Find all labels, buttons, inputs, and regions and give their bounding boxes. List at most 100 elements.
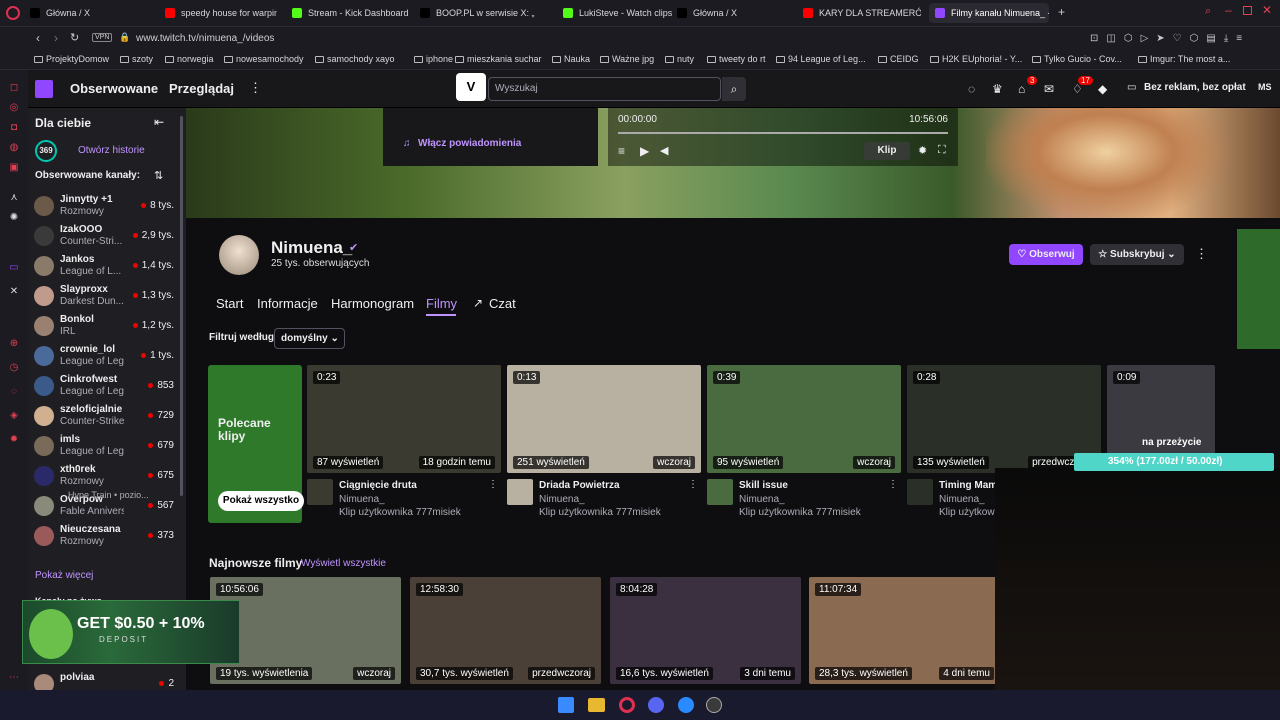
clip-more-icon[interactable]: ⋮	[888, 479, 898, 490]
seek-bar[interactable]	[618, 132, 948, 134]
tab-start[interactable]: Start	[216, 296, 243, 311]
play-button-icon[interactable]: ▶	[640, 144, 649, 158]
opera-icon[interactable]	[619, 697, 635, 713]
user-avatar[interactable]: MS	[1258, 82, 1272, 92]
sidebar-channel[interactable]: szeloficjalnie Counter-Strike 729	[34, 402, 180, 432]
clip-avatar[interactable]	[707, 479, 733, 505]
extensions-icon[interactable]: ⬡	[1190, 33, 1199, 45]
minimize-icon[interactable]: –	[1225, 3, 1232, 17]
show-more-link[interactable]: Pokaż więcej	[35, 570, 93, 581]
bookmark-item[interactable]: ProjektyDomow	[34, 54, 109, 64]
adfree-button[interactable]: Bez reklam, bez opłat	[1144, 82, 1246, 93]
bookmark-item[interactable]: nuty	[665, 54, 694, 64]
flow-icon[interactable]: ▤	[1206, 33, 1215, 45]
messenger-icon[interactable]: ◍	[8, 142, 20, 154]
filter-dropdown[interactable]: domyślny ⌄	[274, 328, 345, 349]
bag-icon[interactable]: ◘	[8, 122, 20, 134]
video-thumbnail[interactable]: 11:07:34 28,3 tys. wyświetleń 4 dni temu	[809, 577, 1000, 684]
bookmark-item[interactable]: nowesamochody	[224, 54, 304, 64]
twitch-rail-icon[interactable]: ▭	[8, 262, 20, 274]
browser-tab[interactable]: KARY DLA STREAMERÓW	[803, 3, 921, 23]
browser-tab[interactable]: Stream - Kick Dashboard	[292, 3, 414, 23]
sidebar-channel[interactable]: IzakOOO Counter-Stri... 2,9 tys.	[34, 222, 180, 252]
close-icon[interactable]: ✕	[1262, 3, 1272, 17]
bookmark-item[interactable]: Tylko Gucio - Cov...	[1032, 54, 1122, 64]
video-thumbnail[interactable]: 8:04:28 16,6 tys. wyświetleń 3 dni temu	[610, 577, 801, 684]
bookmark-item[interactable]: mieszkania suchar	[455, 54, 542, 64]
sidebar-channel[interactable]: xth0rek Rozmowy 675	[34, 462, 180, 492]
sidebar-scrollbar[interactable]	[180, 116, 183, 496]
streak-badge[interactable]: 369	[35, 140, 57, 162]
clip-thumbnail[interactable]: 0:23 87 wyświetleń 18 godzin temu	[307, 365, 501, 473]
sidebar-channel[interactable]: imlsLeague of Lege... 679	[34, 432, 180, 462]
menu-icon[interactable]: ≡	[1236, 33, 1242, 45]
maximize-icon[interactable]	[1243, 6, 1252, 15]
tab-chat[interactable]: Czat	[489, 296, 516, 311]
clock-icon[interactable]: ◷	[8, 362, 20, 374]
video-player[interactable]: 00:00:00 10:56:06 ≡ ▶ ◀ Klip ✹ ⛶	[608, 108, 958, 166]
add-icon[interactable]: ⊕	[8, 338, 20, 350]
back-icon[interactable]: ‹	[36, 31, 40, 45]
partner-logo-icon[interactable]: V	[456, 73, 486, 101]
speed-dial-icon[interactable]: ◻	[8, 82, 20, 94]
bookmark-item[interactable]: Imgur: The most a...	[1138, 54, 1230, 64]
featured-clips-card[interactable]: Polecane klipy Pokaż wszystko	[208, 365, 304, 523]
cube-icon[interactable]: ⬡	[1124, 33, 1133, 45]
browser-tab[interactable]: LukiSteve - Watch clips o	[563, 3, 675, 23]
whispers-icon[interactable]: ✉	[1044, 82, 1054, 96]
enable-notifications-button[interactable]: Włącz powiadomienia	[418, 138, 521, 149]
clip-thumbnail[interactable]: 0:13 251 wyświetleń wczoraj	[507, 365, 701, 473]
file-explorer-icon[interactable]	[588, 698, 605, 712]
tab-info[interactable]: Informacje	[257, 296, 318, 311]
clip-thumbnail[interactable]: 0:39 95 wyświetleń wczoraj	[707, 365, 901, 473]
view-all-link[interactable]: Wyświetl wszystkie	[301, 558, 386, 569]
clip-avatar[interactable]	[507, 479, 533, 505]
clip-title[interactable]: Skill issue	[739, 480, 788, 491]
clip-avatar[interactable]	[907, 479, 933, 505]
sidebar-channel[interactable]: Jinnytty +1 Rozmowy 8 tys.	[34, 192, 180, 222]
gear-icon[interactable]: ✹	[8, 434, 20, 446]
collapse-sidebar-icon[interactable]: ⇤	[154, 115, 164, 129]
bookmark-item[interactable]: norwegia	[165, 54, 214, 64]
clip-button[interactable]: Klip	[864, 142, 910, 160]
playlist-icon[interactable]: ≡	[618, 144, 625, 158]
bookmark-item[interactable]: Ważne jpg	[600, 54, 654, 64]
browser-tab[interactable]: Filmy kanału Nimuena_ - T	[929, 3, 1049, 23]
sidebar-channel[interactable]: crownie_lolLeague of Leg... 1 tys.	[34, 342, 180, 372]
twitch-logo-icon[interactable]	[35, 80, 53, 98]
sidebar-channel[interactable]: Nieuczesana Rozmowy 373	[34, 522, 180, 552]
music-icon[interactable]: ▣	[8, 162, 20, 174]
bookmark-item[interactable]: tweety do rt	[707, 54, 766, 64]
player-settings-icon[interactable]: ✹	[918, 144, 927, 157]
new-tab-icon[interactable]: +	[1058, 5, 1065, 19]
sidebar-channel[interactable]: Slayproxx Darkest Dun... 1,3 tys.	[34, 282, 180, 312]
volume-icon[interactable]: ◀	[660, 144, 668, 157]
discord-icon[interactable]	[648, 697, 664, 713]
settings-icon[interactable]: ✺	[8, 212, 20, 224]
browser-logo-icon[interactable]	[6, 6, 20, 20]
show-all-button[interactable]: Pokaż wszystko	[218, 491, 304, 511]
follow-button[interactable]: ♡ Obserwuj	[1009, 244, 1083, 265]
browser-tab[interactable]: Główna / X	[677, 3, 797, 23]
download-icon[interactable]: ⤓	[1224, 33, 1228, 45]
ai-icon[interactable]: ⋏	[8, 192, 20, 204]
sidebar-channel[interactable]: CinkrofwestLeague of Lege... 853	[34, 372, 180, 402]
bookmark-item[interactable]: samochody xayo	[315, 54, 395, 64]
shield-icon[interactable]: ◫	[1106, 33, 1115, 45]
sort-icon[interactable]: ⇅	[154, 169, 163, 182]
bookmark-item[interactable]: szoty	[120, 54, 153, 64]
bookmark-item[interactable]: 94 League of Leg...	[776, 54, 866, 64]
box-icon[interactable]: ◈	[8, 410, 20, 422]
x-rail-icon[interactable]: ✕	[8, 286, 20, 298]
messenger-taskbar-icon[interactable]	[678, 697, 694, 713]
more-icon[interactable]: ⋯	[8, 672, 20, 684]
open-history-link[interactable]: Otwórz historie	[78, 145, 145, 156]
subscribe-button[interactable]: ☆ Subskrybuj ⌄	[1090, 244, 1184, 265]
app-taskbar-icon[interactable]	[706, 697, 722, 713]
inbox-icon[interactable]: ⌂	[1018, 82, 1025, 96]
bell-rail-icon[interactable]: ◌	[8, 386, 20, 398]
nav-followed[interactable]: Obserwowane	[70, 81, 158, 96]
windows-start-icon[interactable]	[558, 697, 574, 713]
clip-title[interactable]: Driada Powietrza	[539, 480, 620, 491]
bookmark-item[interactable]: H2K EUphoria! - Y...	[930, 54, 1022, 64]
